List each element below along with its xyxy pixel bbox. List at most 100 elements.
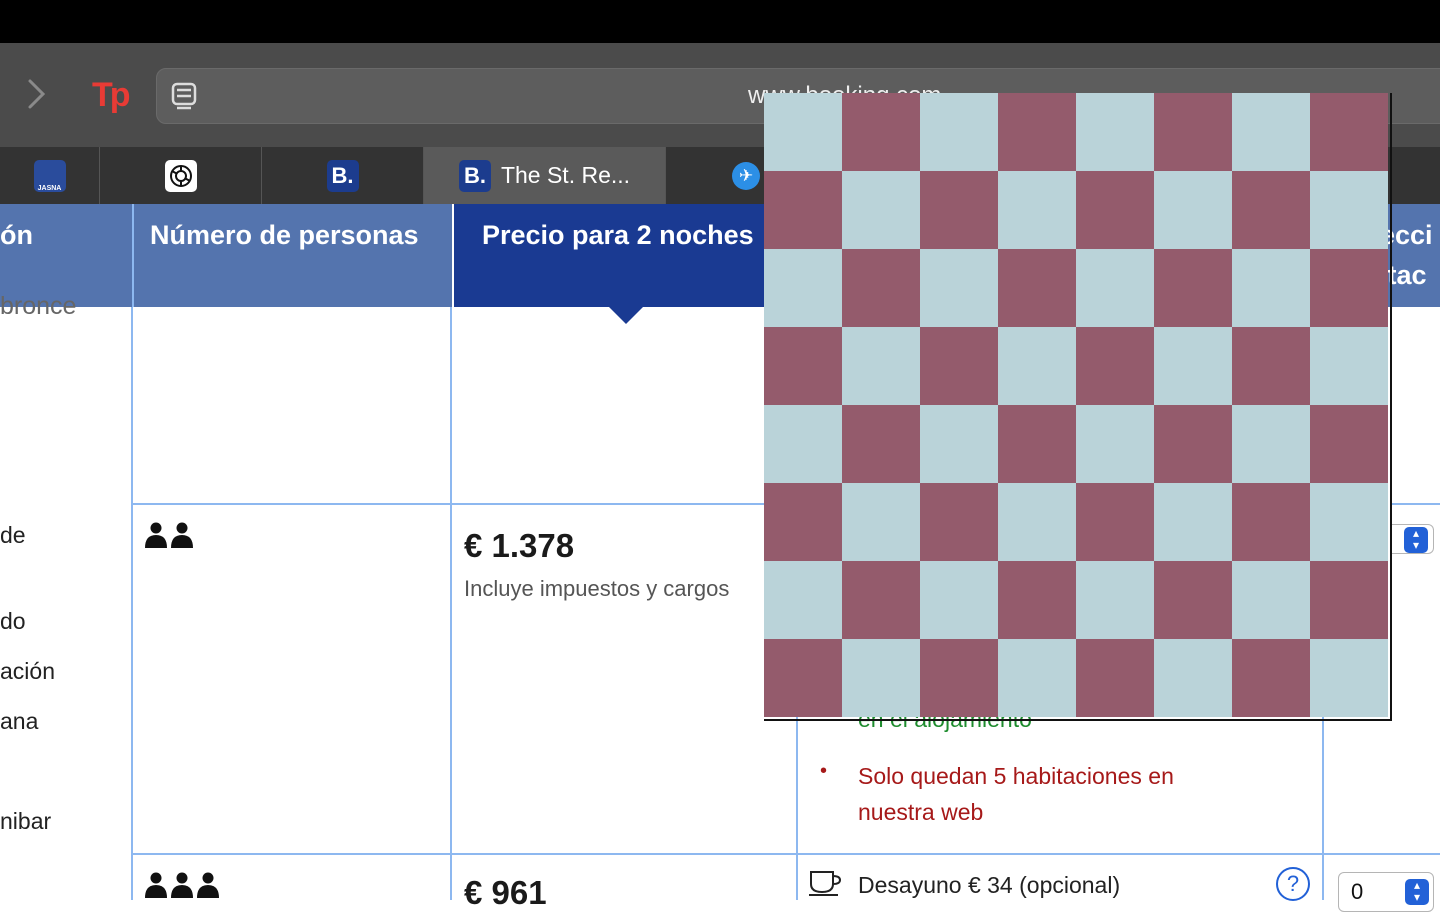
breakfast-option-text: Desayuno € 34 (opcional) <box>858 872 1121 898</box>
checker-square <box>920 327 998 405</box>
booking-favicon-icon: B. <box>326 159 359 192</box>
checker-square <box>1076 405 1154 483</box>
checker-square <box>764 483 842 561</box>
chatgpt-icon <box>164 159 197 192</box>
tab-chatgpt[interactable] <box>100 147 262 204</box>
three-persons-icon <box>144 872 222 905</box>
room-feature-text: nibar <box>0 808 52 834</box>
tab-jasna[interactable]: JASNA <box>0 147 100 204</box>
checker-square <box>764 249 842 327</box>
checker-square <box>1076 171 1154 249</box>
top-black-bar <box>0 0 1440 43</box>
checker-square <box>1154 327 1232 405</box>
checker-square <box>1232 561 1310 639</box>
checker-square <box>764 93 842 171</box>
room-feature-text: bronce <box>0 292 77 320</box>
checker-square <box>1310 249 1388 327</box>
plane-icon: ✈ <box>732 161 760 190</box>
tab-booking-1[interactable]: B. <box>262 147 424 204</box>
checker-square <box>842 171 920 249</box>
header-persons: Número de personas <box>132 204 452 307</box>
checker-square <box>920 561 998 639</box>
room-feature-text: ación <box>0 658 55 684</box>
checker-square <box>920 171 998 249</box>
checker-square <box>1154 639 1232 717</box>
checker-square <box>1076 327 1154 405</box>
select-arrows-icon: ▴ ▾ <box>1404 527 1428 553</box>
checkerboard-overlay <box>764 93 1392 721</box>
checker-square <box>1232 249 1310 327</box>
checker-square <box>842 327 920 405</box>
tab-booking-active[interactable]: B. The St. Re... <box>424 147 666 204</box>
checker-square <box>764 171 842 249</box>
checker-square <box>1154 405 1232 483</box>
checker-square <box>1154 249 1232 327</box>
checker-square <box>998 405 1076 483</box>
column-divider <box>131 307 133 900</box>
checker-square <box>998 327 1076 405</box>
bullet: • <box>820 760 828 782</box>
price-taxes-note: Incluye impuestos y cargos <box>464 576 730 601</box>
checker-square <box>842 561 920 639</box>
checker-square <box>1310 171 1388 249</box>
column-divider <box>450 307 452 900</box>
checker-square <box>1232 327 1310 405</box>
checker-square <box>764 327 842 405</box>
checker-square <box>1310 483 1388 561</box>
checker-square <box>998 171 1076 249</box>
checker-square <box>1154 483 1232 561</box>
checker-square <box>1154 171 1232 249</box>
forward-icon[interactable] <box>22 78 50 110</box>
column-divider <box>1322 717 1324 900</box>
column-divider <box>796 717 798 900</box>
checker-square <box>920 483 998 561</box>
checker-square <box>920 405 998 483</box>
booking-favicon-icon: B. <box>458 159 491 192</box>
checker-square <box>1154 561 1232 639</box>
checker-square <box>764 639 842 717</box>
header-select: ecci itac <box>1388 204 1440 307</box>
room-feature-text: ana <box>0 708 39 734</box>
checker-square <box>1076 483 1154 561</box>
checker-square <box>1076 93 1154 171</box>
checker-square <box>1076 639 1154 717</box>
checker-square <box>842 405 920 483</box>
reader-mode-icon[interactable] <box>170 80 198 110</box>
row-divider <box>1390 503 1440 505</box>
checker-square <box>1154 93 1232 171</box>
tab-title: The St. Re... <box>500 162 631 188</box>
travelpayouts-extension-icon[interactable]: Tp <box>92 76 131 115</box>
checker-square <box>1310 327 1388 405</box>
checker-square <box>920 249 998 327</box>
checker-square <box>842 93 920 171</box>
jasna-favicon-icon: JASNA <box>33 159 66 192</box>
checker-square <box>998 249 1076 327</box>
checker-square <box>1310 639 1388 717</box>
checker-square <box>1076 561 1154 639</box>
sort-indicator-icon <box>608 306 644 324</box>
header-price[interactable]: Precio para 2 noches <box>454 204 794 307</box>
checker-square <box>1232 171 1310 249</box>
checker-square <box>764 405 842 483</box>
checker-square <box>998 561 1076 639</box>
price-amount: € 961 <box>464 874 547 911</box>
room-feature-text: do <box>0 608 26 634</box>
help-icon[interactable]: ? <box>1276 867 1310 901</box>
room-quantity-select[interactable]: ▴ ▾ <box>1390 524 1434 554</box>
price-amount: € 1.378 <box>464 527 575 564</box>
checker-square <box>998 639 1076 717</box>
two-persons-icon <box>144 522 196 555</box>
checker-square <box>998 483 1076 561</box>
row-divider <box>132 853 1440 855</box>
coffee-cup-icon <box>808 868 844 901</box>
checker-square <box>842 249 920 327</box>
checker-square <box>1232 639 1310 717</box>
checker-square <box>1232 405 1310 483</box>
checker-square <box>1076 249 1154 327</box>
checker-square <box>842 639 920 717</box>
room-quantity-select[interactable]: 0 ▴ ▾ <box>1338 872 1434 912</box>
checker-square <box>842 483 920 561</box>
checker-square <box>1310 405 1388 483</box>
checker-square <box>1232 483 1310 561</box>
select-arrows-icon: ▴ ▾ <box>1405 879 1429 905</box>
